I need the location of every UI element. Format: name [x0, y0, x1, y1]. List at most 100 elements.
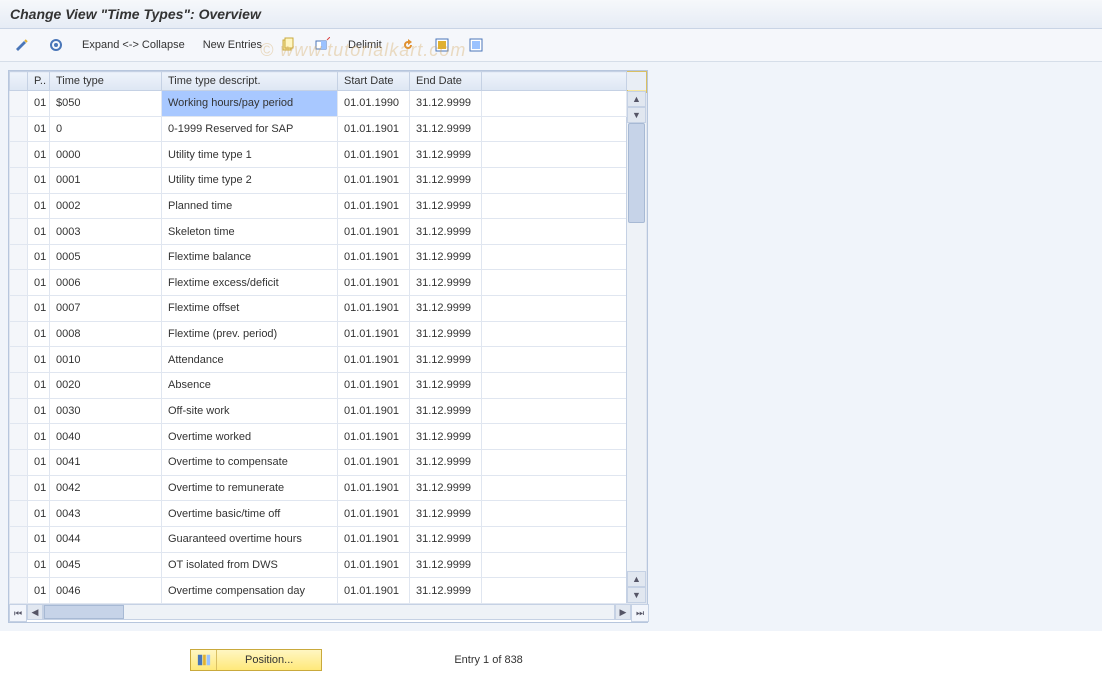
table-row[interactable]: 010000Utility time type 101.01.190131.12… [10, 142, 647, 168]
cell-descript[interactable]: Utility time type 2 [162, 167, 338, 193]
cell-descript[interactable]: Guaranteed overtime hours [162, 526, 338, 552]
cell-end-date[interactable]: 31.12.9999 [410, 475, 482, 501]
col-p[interactable]: P.. [28, 72, 50, 91]
row-selector[interactable] [10, 142, 28, 168]
cell-start-date[interactable]: 01.01.1901 [338, 526, 410, 552]
col-start-date[interactable]: Start Date [338, 72, 410, 91]
cell-end-date[interactable]: 31.12.9999 [410, 244, 482, 270]
hscroll-track[interactable] [43, 604, 615, 620]
cell-end-date[interactable]: 31.12.9999 [410, 449, 482, 475]
table-row[interactable]: 0100-1999 Reserved for SAP01.01.190131.1… [10, 116, 647, 142]
last-col-icon[interactable]: ⏭ [631, 604, 649, 622]
table-row[interactable]: 010002Planned time01.01.190131.12.9999 [10, 193, 647, 219]
table-row[interactable]: 010010Attendance01.01.190131.12.9999 [10, 347, 647, 373]
cell-p[interactable]: 01 [28, 219, 50, 245]
cell-p[interactable]: 01 [28, 526, 50, 552]
cell-descript[interactable]: Flextime excess/deficit [162, 270, 338, 296]
cell-time-type[interactable]: 0010 [50, 347, 162, 373]
cell-time-type[interactable]: 0046 [50, 578, 162, 604]
cell-descript[interactable]: Utility time type 1 [162, 142, 338, 168]
row-selector[interactable] [10, 552, 28, 578]
row-selector[interactable] [10, 424, 28, 450]
cell-time-type[interactable]: 0030 [50, 398, 162, 424]
cell-p[interactable]: 01 [28, 244, 50, 270]
other-view-icon[interactable] [42, 35, 70, 55]
table-row[interactable]: 010003Skeleton time01.01.190131.12.9999 [10, 219, 647, 245]
table-row[interactable]: 010030Off-site work01.01.190131.12.9999 [10, 398, 647, 424]
row-selector[interactable] [10, 501, 28, 527]
table-row[interactable]: 010045OT isolated from DWS01.01.190131.1… [10, 552, 647, 578]
cell-time-type[interactable]: 0041 [50, 449, 162, 475]
col-descript[interactable]: Time type descript. [162, 72, 338, 91]
cell-end-date[interactable]: 31.12.9999 [410, 193, 482, 219]
toggle-change-icon[interactable] [8, 35, 36, 55]
row-selector[interactable] [10, 321, 28, 347]
cell-p[interactable]: 01 [28, 167, 50, 193]
cell-time-type[interactable]: 0 [50, 116, 162, 142]
cell-end-date[interactable]: 31.12.9999 [410, 321, 482, 347]
cell-descript[interactable]: Overtime to compensate [162, 449, 338, 475]
cell-p[interactable]: 01 [28, 193, 50, 219]
table-row[interactable]: 010020Absence01.01.190131.12.9999 [10, 373, 647, 399]
row-selector[interactable] [10, 116, 28, 142]
cell-end-date[interactable]: 31.12.9999 [410, 167, 482, 193]
cell-descript[interactable]: Planned time [162, 193, 338, 219]
cell-time-type[interactable]: 0002 [50, 193, 162, 219]
row-selector[interactable] [10, 347, 28, 373]
table-row[interactable]: 010001Utility time type 201.01.190131.12… [10, 167, 647, 193]
cell-descript[interactable]: Off-site work [162, 398, 338, 424]
cell-time-type[interactable]: 0005 [50, 244, 162, 270]
table-row[interactable]: 010046Overtime compensation day01.01.190… [10, 578, 647, 604]
row-selector[interactable] [10, 398, 28, 424]
delete-icon[interactable] [308, 35, 336, 55]
select-all-icon[interactable] [428, 35, 456, 55]
cell-start-date[interactable]: 01.01.1901 [338, 373, 410, 399]
cell-time-type[interactable]: 0044 [50, 526, 162, 552]
cell-end-date[interactable]: 31.12.9999 [410, 398, 482, 424]
cell-p[interactable]: 01 [28, 398, 50, 424]
cell-start-date[interactable]: 01.01.1901 [338, 296, 410, 322]
cell-time-type[interactable]: 0043 [50, 501, 162, 527]
table-row[interactable]: 01$050Working hours/pay period01.01.1990… [10, 91, 647, 117]
cell-start-date[interactable]: 01.01.1901 [338, 424, 410, 450]
row-selector[interactable] [10, 475, 28, 501]
col-time-type[interactable]: Time type [50, 72, 162, 91]
row-selector[interactable] [10, 270, 28, 296]
deselect-all-icon[interactable] [462, 35, 490, 55]
cell-end-date[interactable]: 31.12.9999 [410, 142, 482, 168]
cell-start-date[interactable]: 01.01.1990 [338, 91, 410, 117]
cell-time-type[interactable]: 0042 [50, 475, 162, 501]
cell-end-date[interactable]: 31.12.9999 [410, 424, 482, 450]
table-row[interactable]: 010044Guaranteed overtime hours01.01.190… [10, 526, 647, 552]
cell-start-date[interactable]: 01.01.1901 [338, 116, 410, 142]
row-selector[interactable] [10, 578, 28, 604]
cell-descript[interactable]: Overtime compensation day [162, 578, 338, 604]
cell-start-date[interactable]: 01.01.1901 [338, 270, 410, 296]
scroll-down2-icon[interactable]: ▼ [627, 587, 646, 603]
cell-start-date[interactable]: 01.01.1901 [338, 244, 410, 270]
row-selector[interactable] [10, 296, 28, 322]
cell-end-date[interactable]: 31.12.9999 [410, 116, 482, 142]
col-selector[interactable] [10, 72, 28, 91]
cell-end-date[interactable]: 31.12.9999 [410, 347, 482, 373]
cell-start-date[interactable]: 01.01.1901 [338, 219, 410, 245]
vscroll-thumb[interactable] [628, 123, 645, 223]
table-row[interactable]: 010043Overtime basic/time off01.01.19013… [10, 501, 647, 527]
cell-start-date[interactable]: 01.01.1901 [338, 578, 410, 604]
cell-time-type[interactable]: 0020 [50, 373, 162, 399]
cell-p[interactable]: 01 [28, 347, 50, 373]
cell-start-date[interactable]: 01.01.1901 [338, 167, 410, 193]
cell-p[interactable]: 01 [28, 501, 50, 527]
cell-end-date[interactable]: 31.12.9999 [410, 219, 482, 245]
table-row[interactable]: 010042Overtime to remunerate01.01.190131… [10, 475, 647, 501]
cell-descript[interactable]: Absence [162, 373, 338, 399]
cell-descript[interactable]: Skeleton time [162, 219, 338, 245]
cell-start-date[interactable]: 01.01.1901 [338, 449, 410, 475]
cell-time-type[interactable]: 0007 [50, 296, 162, 322]
cell-p[interactable]: 01 [28, 116, 50, 142]
undo-icon[interactable] [394, 35, 422, 55]
delimit-button[interactable]: Delimit [342, 37, 388, 53]
copy-icon[interactable] [274, 35, 302, 55]
cell-end-date[interactable]: 31.12.9999 [410, 501, 482, 527]
cell-p[interactable]: 01 [28, 142, 50, 168]
